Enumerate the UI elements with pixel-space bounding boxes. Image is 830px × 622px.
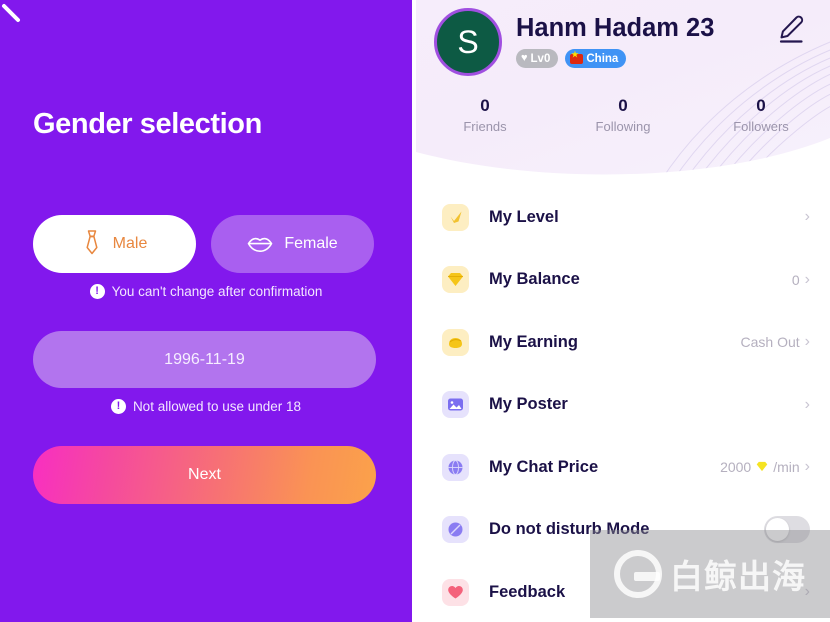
menu-unit-my-chat-price: /min [773, 459, 800, 476]
menu-right-do-not-disturb [764, 516, 810, 544]
diamond-icon [442, 266, 469, 294]
profile-badges: ♥ Lv0 China [516, 49, 627, 68]
page-title: Gender selection [33, 108, 262, 140]
country-badge[interactable]: China [565, 49, 627, 68]
menu-label-my-poster: My Poster [489, 395, 568, 414]
avatar-letter: S [457, 24, 479, 60]
next-button[interactable]: Next [33, 446, 376, 504]
profile-panel: S Hanm Hadam 23 ♥ Lv0 China [416, 0, 830, 622]
chevron-right-icon: › [804, 583, 810, 601]
level-badge-label: Lv0 [530, 52, 551, 65]
chevron-right-icon: › [804, 458, 810, 476]
image-icon [442, 391, 469, 419]
stat-following[interactable]: 0 Following [554, 95, 692, 135]
stat-following-value: 0 [618, 96, 628, 115]
menu-item-my-balance[interactable]: My Balance 0 › [416, 249, 830, 312]
menu-label-my-earning: My Earning [489, 332, 578, 351]
gender-warning-note: ! You can't change after confirmation [0, 284, 412, 299]
heart-icon: ♥ [521, 52, 528, 64]
money-hand-icon [442, 328, 469, 356]
menu-label-do-not-disturb: Do not disturb Mode [489, 520, 650, 539]
stat-following-label: Following [595, 118, 651, 134]
stat-friends-label: Friends [463, 118, 507, 134]
check-mark-icon [442, 203, 469, 231]
gender-selection-panel: Gender selection Male Female ! You can't… [0, 0, 412, 622]
menu-label-feedback: Feedback [489, 582, 566, 601]
gender-options: Male Female [33, 215, 374, 273]
lips-icon [247, 235, 273, 253]
menu-right-my-earning: Cash Out › [741, 333, 810, 351]
female-option-label: Female [284, 235, 338, 252]
age-warning-text: Not allowed to use under 18 [132, 399, 302, 414]
female-option-button[interactable]: Female [211, 215, 374, 273]
profile-menu: My Level › My Balance 0 › My Earning Cas… [416, 186, 830, 622]
male-option-button[interactable]: Male [33, 215, 196, 273]
birthdate-value: 1996-11-19 [164, 350, 245, 368]
diamond-icon [756, 461, 768, 474]
menu-label-my-level: My Level [489, 207, 559, 226]
user-name: Hanm Hadam 23 [516, 14, 715, 42]
gender-warning-text: You can't change after confirmation [111, 284, 323, 299]
pencil-edit-icon [779, 15, 804, 43]
moon-icon [442, 516, 469, 544]
menu-value-my-balance: 0 [791, 271, 800, 288]
menu-label-my-chat-price: My Chat Price [489, 457, 599, 476]
stat-followers[interactable]: 0 Followers [692, 95, 830, 135]
level-badge[interactable]: ♥ Lv0 [516, 49, 559, 68]
toggle-knob [766, 518, 789, 542]
app-screenshot: Gender selection Male Female ! You can't… [0, 0, 830, 622]
menu-item-feedback[interactable]: Feedback › [416, 561, 830, 622]
edit-profile-button[interactable] [774, 12, 808, 46]
chevron-right-icon: › [804, 395, 810, 413]
menu-label-my-balance: My Balance [489, 270, 580, 289]
age-warning-note: ! Not allowed to use under 18 [0, 399, 412, 414]
stat-friends-value: 0 [480, 96, 490, 115]
country-badge-label: China [586, 52, 619, 65]
chevron-right-icon: › [804, 270, 810, 288]
necktie-icon [82, 229, 102, 259]
menu-right-my-balance: 0 › [791, 270, 810, 288]
do-not-disturb-toggle[interactable] [764, 516, 810, 544]
menu-item-my-chat-price[interactable]: My Chat Price 2000 /min › [416, 436, 830, 499]
profile-header: S Hanm Hadam 23 ♥ Lv0 China [416, 0, 830, 182]
menu-right-my-chat-price: 2000 /min › [720, 458, 810, 476]
heart-icon [442, 578, 469, 606]
stat-followers-value: 0 [756, 96, 766, 115]
menu-item-my-level[interactable]: My Level › [416, 186, 830, 249]
menu-item-my-earning[interactable]: My Earning Cash Out › [416, 311, 830, 374]
chevron-right-icon: › [804, 333, 810, 351]
male-option-label: Male [112, 235, 148, 252]
menu-right-my-poster: › [800, 395, 810, 413]
chat-globe-icon [442, 453, 469, 481]
menu-value-my-earning[interactable]: Cash Out [741, 334, 800, 350]
back-arrow-icon[interactable] [0, 0, 28, 28]
menu-right-my-level: › [800, 209, 810, 225]
exclamation-icon: ! [89, 284, 105, 299]
profile-stats: 0 Friends 0 Following 0 Followers [416, 95, 830, 135]
menu-value-my-chat-price: 2000 [720, 459, 752, 476]
next-button-label: Next [188, 466, 221, 483]
exclamation-icon: ! [110, 399, 126, 414]
avatar[interactable]: S [434, 8, 502, 76]
menu-right-feedback: › [805, 584, 810, 600]
menu-item-do-not-disturb[interactable]: Do not disturb Mode [416, 499, 830, 562]
stat-followers-label: Followers [733, 118, 789, 134]
birthdate-field[interactable]: 1996-11-19 [33, 331, 376, 388]
stat-friends[interactable]: 0 Friends [416, 95, 554, 135]
chevron-right-icon: › [804, 208, 810, 226]
menu-item-my-poster[interactable]: My Poster › [416, 374, 830, 437]
china-flag-icon [570, 51, 584, 64]
